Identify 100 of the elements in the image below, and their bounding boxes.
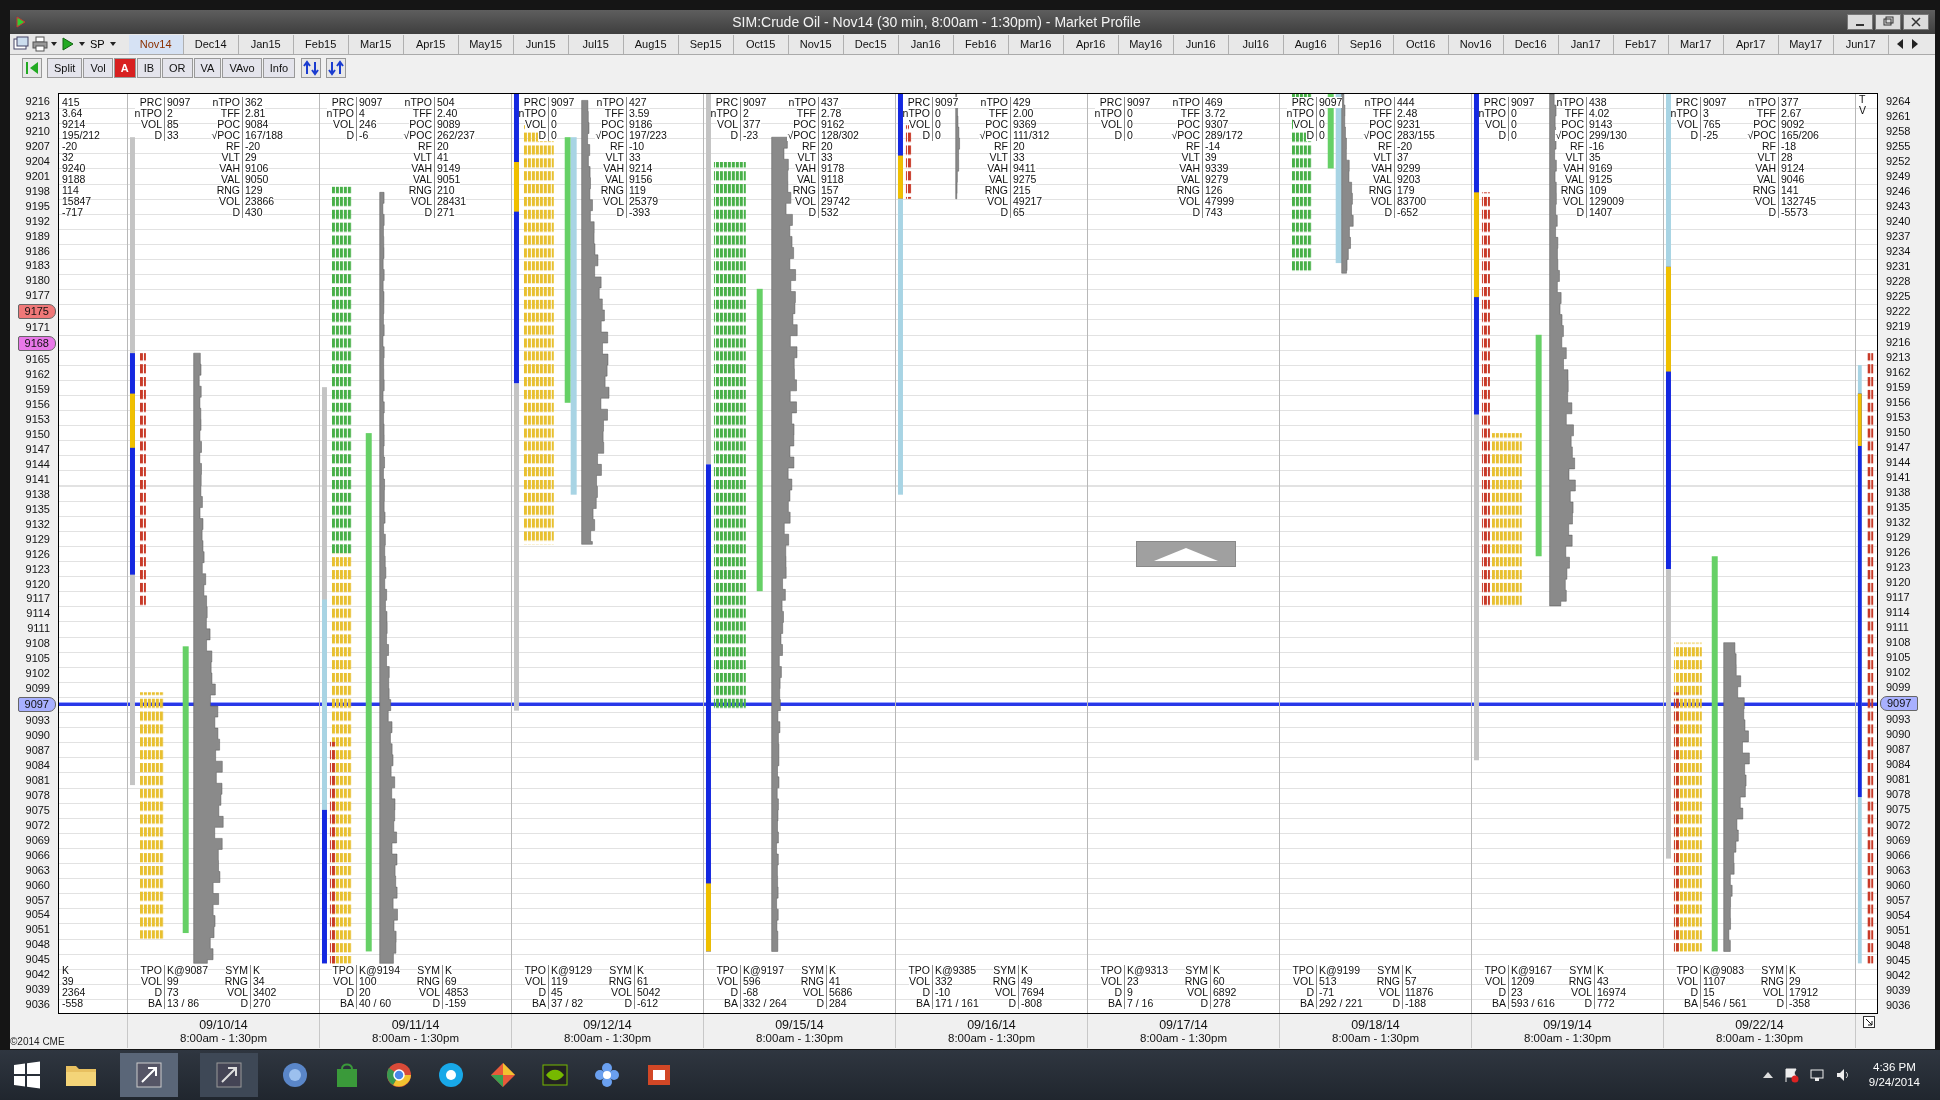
contract-tab[interactable]: Jul16	[1228, 34, 1284, 54]
stat-label: POC	[1561, 119, 1586, 130]
price-label: 9186	[24, 244, 51, 258]
stat-label: VLT	[413, 152, 434, 163]
toolbar-button[interactable]: Split	[47, 58, 83, 78]
arrows-icon[interactable]	[326, 58, 347, 78]
window-icon[interactable]	[13, 36, 29, 52]
resize-icon[interactable]	[1863, 1016, 1875, 1028]
stat-value: 284	[826, 998, 847, 1009]
stat-value: 111/312	[1010, 130, 1050, 141]
contract-tab[interactable]: Jun17	[1833, 34, 1889, 54]
price-label: 9258	[1885, 125, 1912, 139]
symbol-selector[interactable]: SP	[88, 38, 107, 50]
contract-tab[interactable]: Jul15	[568, 34, 624, 54]
stat-label: VAL	[796, 174, 818, 185]
contract-tab[interactable]: Mar16	[1008, 34, 1064, 54]
chat-icon[interactable]	[436, 1060, 466, 1090]
contract-tab[interactable]: Oct15	[733, 34, 789, 54]
contract-tab[interactable]: Dec15	[843, 34, 899, 54]
stat-label: VAL	[988, 174, 1010, 185]
toolbar-button[interactable]: VA	[193, 58, 222, 78]
flower-icon[interactable]	[592, 1060, 622, 1090]
contract-tab[interactable]: Sep16	[1338, 34, 1394, 54]
stat-label: D	[1192, 207, 1202, 218]
caret-icon[interactable]	[51, 42, 57, 46]
flag-icon[interactable]	[1782, 1067, 1799, 1083]
toolbar-button[interactable]: OR	[162, 58, 193, 78]
stat-label: VAH	[219, 163, 242, 174]
price-label: 9147	[1885, 440, 1912, 454]
chart-app-icon	[214, 1060, 244, 1090]
stat-label: VOL	[1677, 976, 1700, 987]
contract-tab[interactable]: Nov16	[1448, 34, 1504, 54]
contract-tab[interactable]: Feb16	[953, 34, 1009, 54]
close-button[interactable]	[1903, 14, 1929, 30]
contract-tab[interactable]: Mar15	[348, 34, 404, 54]
contract-tab[interactable]: Mar17	[1668, 34, 1724, 54]
stat-label: RNG	[1760, 976, 1786, 987]
restore-button[interactable]	[1875, 14, 1901, 30]
clock-time[interactable]: 4:36 PM	[1873, 1060, 1916, 1075]
contract-tab[interactable]: Oct16	[1393, 34, 1449, 54]
contract-tab[interactable]: Apr15	[403, 34, 459, 54]
stat-label: TPO	[716, 965, 740, 976]
stat-label: D	[730, 130, 740, 141]
contract-tab[interactable]: May16	[1118, 34, 1174, 54]
browser-icon[interactable]	[384, 1060, 414, 1090]
contract-tab[interactable]: May15	[458, 34, 514, 54]
stat-label: RF	[418, 141, 434, 152]
stat-label: VOL	[795, 196, 818, 207]
toolbar-button[interactable]: A	[113, 58, 136, 78]
scroll-up-button[interactable]	[1136, 541, 1236, 567]
window-title: SIM:Crude Oil - Nov14 (30 min, 8:00am - 1:30pm) - Market Profile	[731, 14, 1142, 30]
stat-value: K@9087	[164, 965, 209, 976]
network-icon[interactable]	[1808, 1067, 1825, 1083]
stat-label: D	[1690, 130, 1700, 141]
go-start-button[interactable]	[22, 58, 42, 78]
contract-tab[interactable]: Jun16	[1173, 34, 1229, 54]
scroll-right-icon[interactable]	[1910, 39, 1919, 49]
stat-label: SYM	[1185, 965, 1210, 976]
stat-label: BA	[532, 998, 548, 1009]
windows-start-icon[interactable]	[12, 1060, 42, 1090]
clock-date[interactable]: 9/24/2014	[1868, 1075, 1920, 1090]
toolbar-button[interactable]: IB	[136, 58, 162, 78]
contract-tab[interactable]: Jun15	[513, 34, 569, 54]
contract-tab[interactable]: Aug16	[1283, 34, 1339, 54]
contract-tab[interactable]: Feb17	[1613, 34, 1669, 54]
stat-label: POC	[409, 119, 434, 130]
contract-tab[interactable]: May17	[1778, 34, 1834, 54]
stat-label: BA	[724, 998, 740, 1009]
contract-tab[interactable]: Nov15	[788, 34, 844, 54]
scroll-left-icon[interactable]	[1895, 39, 1904, 49]
contract-tab[interactable]: Dec16	[1503, 34, 1559, 54]
caret-icon[interactable]	[1762, 1072, 1773, 1078]
contract-tab[interactable]: Sep15	[678, 34, 734, 54]
contract-tab[interactable]: Jan17	[1558, 34, 1614, 54]
price-label: 9117	[1885, 591, 1911, 605]
contract-tab[interactable]: Feb15	[293, 34, 349, 54]
speaker-icon[interactable]	[1834, 1067, 1851, 1083]
caret-icon[interactable]	[109, 42, 116, 46]
stat-label: VOL	[1293, 119, 1316, 130]
contract-tab[interactable]: Apr16	[1063, 34, 1119, 54]
arrows-icon[interactable]	[301, 58, 322, 78]
caret-icon[interactable]	[79, 42, 85, 46]
contract-tab[interactable]: Jan15	[238, 34, 294, 54]
toolbar-button[interactable]: Vol	[83, 58, 113, 78]
contract-tab[interactable]: Apr17	[1723, 34, 1779, 54]
contract-tab[interactable]: Nov14	[128, 34, 184, 54]
stat-label: VOL	[1755, 196, 1778, 207]
taskbar-app-button[interactable]	[120, 1053, 178, 1097]
printer-icon[interactable]	[32, 36, 48, 52]
stat-label: TFF	[220, 108, 242, 119]
taskbar-app-button[interactable]	[200, 1053, 258, 1097]
toolbar-button[interactable]: VAvo	[222, 58, 262, 78]
contract-tab[interactable]: Dec14	[183, 34, 239, 54]
globe-icon[interactable]	[280, 1060, 310, 1090]
stat-label: VAL	[412, 174, 434, 185]
contract-tab[interactable]: Jan16	[898, 34, 954, 54]
play-icon[interactable]	[60, 36, 76, 52]
minimize-button[interactable]	[1847, 14, 1873, 30]
toolbar-button[interactable]: Info	[262, 58, 296, 78]
contract-tab[interactable]: Aug15	[623, 34, 679, 54]
